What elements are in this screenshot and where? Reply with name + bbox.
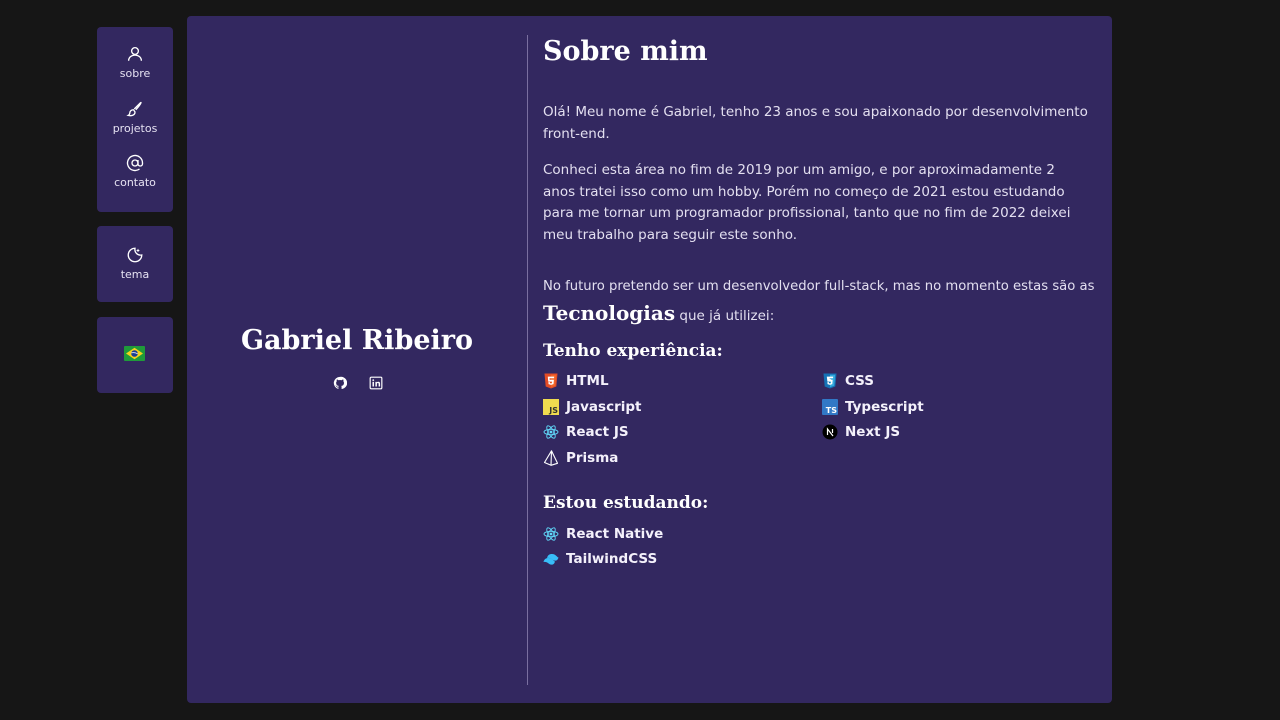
at-sign-icon <box>126 154 144 172</box>
vertical-divider <box>527 35 528 685</box>
tech-name-react: React JS <box>566 424 629 440</box>
svg-text:JS: JS <box>548 406 558 415</box>
about-paragraph-2: Conheci esta área no fim de 2019 por um … <box>543 162 1071 244</box>
nav-item-sobre[interactable]: sobre <box>97 45 173 80</box>
brazil-flag-icon <box>124 346 145 361</box>
technologies-suffix: que já utilizei: <box>679 308 775 324</box>
css3-icon <box>823 373 837 389</box>
tech-name-css: CSS <box>845 373 874 389</box>
nav-label-contato: contato <box>114 176 156 189</box>
nav-item-contato[interactable]: contato <box>97 154 173 189</box>
typescript-icon: TS <box>822 399 838 415</box>
technologies-line: Tecnologias que já utilizei: <box>543 301 774 325</box>
theme-toggle-button[interactable]: tema <box>97 246 173 281</box>
language-button[interactable] <box>97 317 173 393</box>
about-paragraph-3: No futuro pretendo ser um desenvolvedor … <box>543 279 1095 294</box>
html5-icon <box>544 373 558 389</box>
tech-item-react: React JS <box>543 424 629 440</box>
github-icon[interactable] <box>333 376 347 390</box>
nav-item-projetos[interactable]: projetos <box>97 100 173 135</box>
sidebar-nav: sobre projetos contato <box>97 27 173 212</box>
nav-label-sobre: sobre <box>119 67 151 80</box>
tech-name-html: HTML <box>566 373 609 389</box>
moon-icon <box>127 247 143 263</box>
tech-item-react-native: React Native <box>543 526 663 542</box>
main-card: Gabriel Ribeiro Sobre mim Olá! Meu nome … <box>187 16 1112 703</box>
nextjs-icon <box>822 424 838 440</box>
user-icon <box>127 46 143 61</box>
react-icon <box>543 425 559 439</box>
brush-icon <box>126 101 142 117</box>
javascript-icon: JS <box>543 399 559 415</box>
tech-item-javascript: JS Javascript <box>543 399 641 415</box>
tech-item-css: CSS <box>822 373 874 389</box>
prisma-icon <box>543 450 559 466</box>
tech-name-tailwindcss: TailwindCSS <box>566 551 658 567</box>
tech-name-prisma: Prisma <box>566 450 619 466</box>
theme-label: tema <box>120 268 150 281</box>
svg-text:TS: TS <box>826 406 837 415</box>
tailwind-icon <box>543 554 559 565</box>
theme-panel: tema <box>97 226 173 302</box>
tech-item-html: HTML <box>543 373 609 389</box>
studying-title: Estou estudando: <box>543 493 709 513</box>
tech-item-tailwindcss: TailwindCSS <box>543 551 657 567</box>
linkedin-icon[interactable] <box>369 376 383 390</box>
tech-item-nextjs: Next JS <box>822 424 900 440</box>
tech-name-typescript: Typescript <box>845 399 924 415</box>
tech-name-nextjs: Next JS <box>845 424 901 440</box>
experience-title: Tenho experiência: <box>543 341 723 361</box>
about-paragraph-1: Olá! Meu nome é Gabriel, tenho 23 anos e… <box>543 104 1088 142</box>
tech-item-prisma: Prisma <box>543 450 618 466</box>
tech-item-typescript: TS Typescript <box>822 399 924 415</box>
react-icon <box>543 527 559 541</box>
tech-name-react-native: React Native <box>566 526 664 542</box>
nav-label-projetos: projetos <box>112 122 158 135</box>
tech-name-javascript: Javascript <box>566 399 642 415</box>
profile-name: Gabriel Ribeiro <box>241 325 473 356</box>
about-title: Sobre mim <box>543 36 708 67</box>
technologies-word: Tecnologias <box>543 301 676 325</box>
